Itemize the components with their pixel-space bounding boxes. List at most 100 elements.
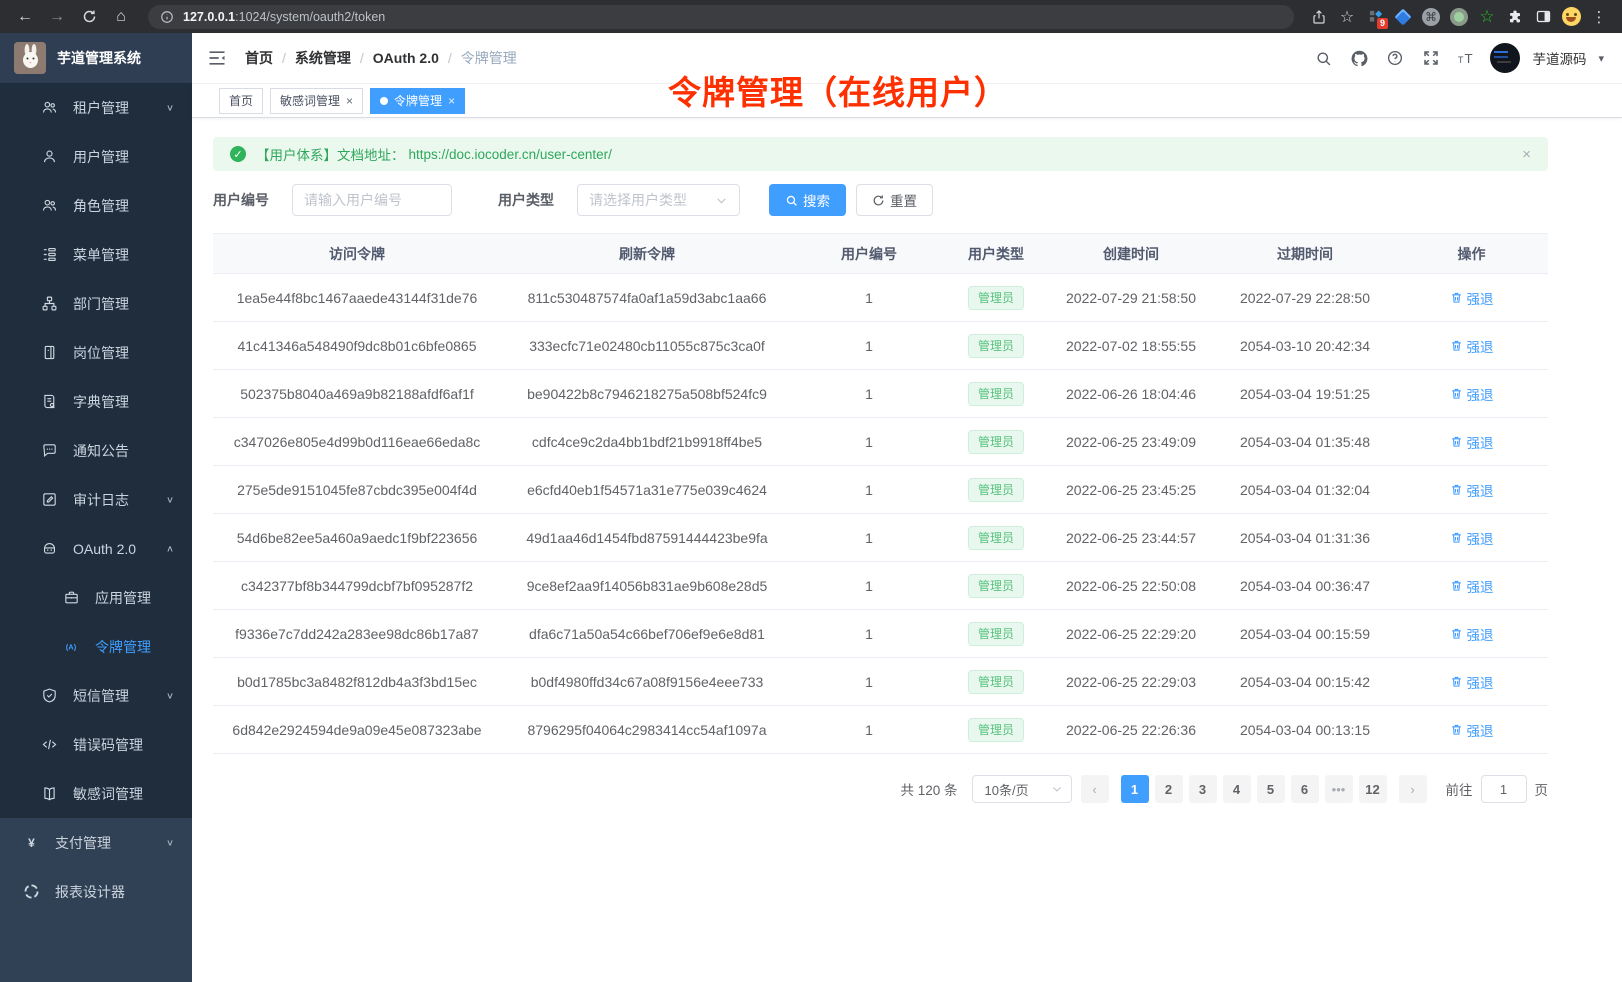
token-icon: (A) — [62, 638, 80, 655]
star-extension-icon[interactable]: ☆ — [1474, 4, 1500, 30]
circle-extension-icon[interactable] — [1446, 4, 1472, 30]
page-button-2[interactable]: 2 — [1155, 775, 1183, 803]
force-logout-button[interactable]: 强退 — [1450, 720, 1494, 740]
user-type-badge: 管理员 — [968, 430, 1024, 454]
next-page-button[interactable]: › — [1399, 775, 1427, 803]
sidebar-item-部门管理[interactable]: 部门管理 — [0, 279, 192, 328]
table-row: 275e5de9151045fe87cbdc395e004f4de6cfd40e… — [213, 466, 1548, 514]
table-cell: 811c530487574fa0af1a59d3abc1aa66 — [501, 274, 793, 322]
sidebar-item-敏感词管理[interactable]: 敏感词管理 — [0, 769, 192, 818]
force-logout-button[interactable]: 强退 — [1450, 288, 1494, 308]
sidebar-item-支付管理[interactable]: ¥支付管理∨ — [0, 818, 192, 867]
user-type-badge: 管理员 — [968, 478, 1024, 502]
puzzle-extensions-icon[interactable] — [1502, 4, 1528, 30]
sidebar-item-字典管理[interactable]: 字典管理 — [0, 377, 192, 426]
share-icon[interactable] — [1306, 4, 1332, 30]
site-info-icon[interactable] — [160, 10, 174, 24]
sidebar-item-令牌管理[interactable]: (A)令牌管理 — [0, 622, 192, 671]
page-button-12[interactable]: 12 — [1359, 775, 1387, 803]
tab-令牌管理[interactable]: 令牌管理× — [370, 88, 465, 114]
side-panel-icon[interactable] — [1530, 4, 1556, 30]
help-icon[interactable] — [1382, 45, 1408, 71]
table-cell: c347026e805e4d99b0d116eae66eda8c — [213, 418, 501, 466]
sidebar-item-label: 短信管理 — [73, 686, 129, 706]
sidebar-item-通知公告[interactable]: 通知公告 — [0, 426, 192, 475]
page-button-1[interactable]: 1 — [1121, 775, 1149, 803]
search-icon[interactable] — [1310, 45, 1336, 71]
force-logout-button[interactable]: 强退 — [1450, 528, 1494, 548]
table-cell: 1 — [793, 274, 945, 322]
sidebar-item-审计日志[interactable]: 审计日志∨ — [0, 475, 192, 524]
sidebar-item-用户管理[interactable]: 用户管理 — [0, 132, 192, 181]
app-logo[interactable]: 芋道管理系统 — [0, 33, 192, 83]
force-logout-button[interactable]: 强退 — [1450, 480, 1494, 500]
user-type-badge: 管理员 — [968, 286, 1024, 310]
browser-back-icon[interactable]: ← — [10, 4, 40, 30]
browser-reload-icon[interactable] — [74, 4, 104, 30]
user-name[interactable]: 芋道源码 — [1532, 48, 1586, 68]
breadcrumb-item[interactable]: 首页 — [245, 48, 273, 68]
user-id-input[interactable] — [292, 184, 452, 216]
fullscreen-icon[interactable] — [1418, 45, 1444, 71]
command-extension-icon[interactable]: ⌘ — [1418, 4, 1444, 30]
force-logout-button[interactable]: 强退 — [1450, 384, 1494, 404]
table-cell: 2022-06-25 23:45:25 — [1047, 466, 1215, 514]
tab-敏感词管理[interactable]: 敏感词管理× — [270, 88, 363, 114]
force-logout-button[interactable]: 强退 — [1450, 624, 1494, 644]
tab-close-icon[interactable]: × — [346, 94, 353, 108]
sidebar-fold-icon[interactable] — [207, 48, 227, 68]
table-cell: 41c41346a548490f9dc8b01c6bfe0865 — [213, 322, 501, 370]
breadcrumb-item[interactable]: 系统管理 — [295, 48, 351, 68]
page-button-3[interactable]: 3 — [1189, 775, 1217, 803]
sidebar-item-菜单管理[interactable]: 菜单管理 — [0, 230, 192, 279]
sidebar-item-岗位管理[interactable]: 岗位管理 — [0, 328, 192, 377]
profile-avatar-icon[interactable] — [1558, 4, 1584, 30]
goto-page-input[interactable] — [1481, 775, 1527, 803]
sidebar-item-报表设计器[interactable]: 报表设计器 — [0, 867, 192, 916]
chevron-down-icon: ∨ — [166, 494, 174, 504]
page-ellipsis[interactable]: ••• — [1325, 775, 1353, 803]
force-logout-button[interactable]: 强退 — [1450, 576, 1494, 596]
sidebar-item-短信管理[interactable]: 短信管理∨ — [0, 671, 192, 720]
prev-page-button[interactable]: ‹ — [1081, 775, 1109, 803]
font-size-icon[interactable]: TT — [1454, 45, 1480, 71]
alert-doc-link[interactable]: https://doc.iocoder.cn/user-center/ — [409, 147, 612, 162]
reset-button[interactable]: 重置 — [856, 184, 933, 216]
table-cell: 强退 — [1395, 706, 1548, 754]
user-type-select[interactable]: 请选择用户类型 — [577, 184, 740, 216]
extension-grid-icon[interactable]: 9 — [1362, 4, 1388, 30]
github-icon[interactable] — [1346, 45, 1372, 71]
page-content: ✓ 【用户体系】文档地址： https://doc.iocoder.cn/use… — [192, 118, 1569, 803]
gem-extension-icon[interactable] — [1390, 4, 1416, 30]
table-cell: dfa6c71a50a54c66bef706ef9e6e8d81 — [501, 610, 793, 658]
alert-close-icon[interactable]: × — [1522, 146, 1531, 163]
address-bar[interactable]: 127.0.0.1:1024/system/oauth2/token — [148, 5, 1294, 29]
chevron-down-icon[interactable]: ▾ — [1598, 52, 1604, 65]
breadcrumb-item[interactable]: OAuth 2.0 — [373, 50, 439, 66]
tab-label: 首页 — [229, 92, 253, 109]
table-cell: 1 — [793, 706, 945, 754]
browser-menu-icon[interactable]: ⋮ — [1586, 4, 1612, 30]
sidebar-item-OAuth 2.0[interactable]: OAuth 2.0∧ — [0, 524, 192, 573]
sidebar-item-错误码管理[interactable]: 错误码管理 — [0, 720, 192, 769]
force-logout-button[interactable]: 强退 — [1450, 432, 1494, 452]
browser-home-icon[interactable]: ⌂ — [106, 4, 136, 30]
force-logout-button[interactable]: 强退 — [1450, 336, 1494, 356]
bookmark-star-icon[interactable]: ☆ — [1334, 4, 1360, 30]
table-cell: 2054-03-10 20:42:34 — [1215, 322, 1395, 370]
sidebar-item-应用管理[interactable]: 应用管理 — [0, 573, 192, 622]
page-button-6[interactable]: 6 — [1291, 775, 1319, 803]
table-cell: 2054-03-04 19:51:25 — [1215, 370, 1395, 418]
tab-close-icon[interactable]: × — [448, 94, 455, 108]
page-button-4[interactable]: 4 — [1223, 775, 1251, 803]
tab-首页[interactable]: 首页 — [219, 88, 263, 114]
sidebar-item-角色管理[interactable]: 角色管理 — [0, 181, 192, 230]
column-header: 访问令牌 — [213, 234, 501, 274]
page-button-5[interactable]: 5 — [1257, 775, 1285, 803]
force-logout-button[interactable]: 强退 — [1450, 672, 1494, 692]
sidebar-item-租户管理[interactable]: 租户管理∨ — [0, 83, 192, 132]
search-button[interactable]: 搜索 — [769, 184, 846, 216]
browser-forward-icon[interactable]: → — [42, 4, 72, 30]
user-avatar[interactable] — [1490, 43, 1520, 73]
page-size-select[interactable]: 10条/页 — [972, 775, 1072, 803]
